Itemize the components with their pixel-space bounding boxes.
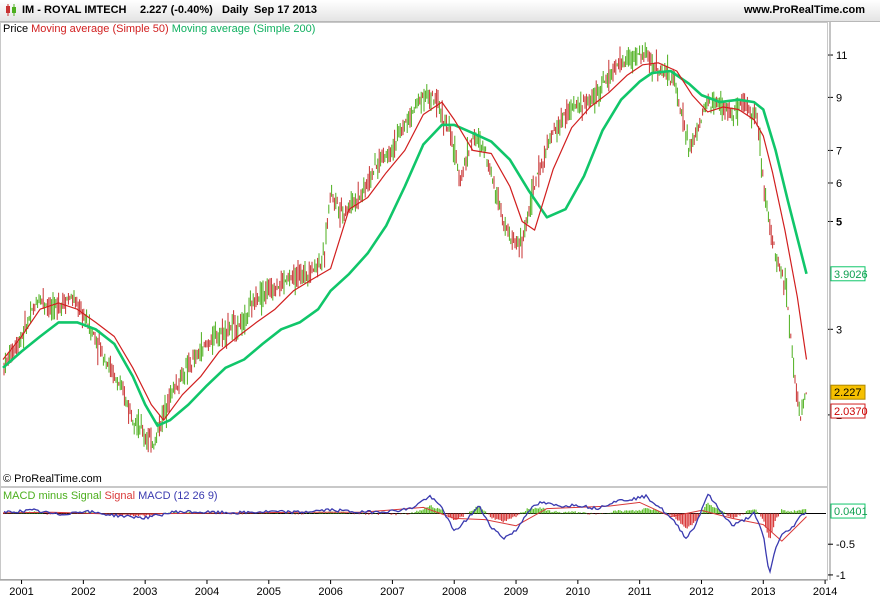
macd-tick-label: -1 xyxy=(836,570,846,582)
macd-tick-label: -0.5 xyxy=(836,539,855,551)
time-tick-label: 2012 xyxy=(689,586,713,598)
ma50-line xyxy=(2,62,808,421)
macd-histogram xyxy=(3,502,807,539)
price-tick-label: 7 xyxy=(836,145,842,157)
time-tick-label: 2002 xyxy=(71,586,95,598)
time-tick-label: 2013 xyxy=(751,586,775,598)
price-value-label: 3.9026 xyxy=(834,269,868,281)
time-tick-label: 2005 xyxy=(257,586,281,598)
time-tick-label: 2007 xyxy=(380,586,404,598)
time-tick-label: 2004 xyxy=(195,586,219,598)
time-tick-label: 2011 xyxy=(628,586,652,598)
chart-canvas: 235679113.90262.2272.0370-0.5-10.0401200… xyxy=(0,22,868,598)
time-tick-label: 2009 xyxy=(504,586,528,598)
macd-value-label: 0.0401 xyxy=(834,506,868,518)
time-tick-label: 2003 xyxy=(133,586,157,598)
price-tick-label: 6 xyxy=(836,178,842,190)
time-tick-label: 2010 xyxy=(566,586,590,598)
price-tick-label: 3 xyxy=(836,324,842,336)
time-tick-label: 2006 xyxy=(318,586,342,598)
macd-line xyxy=(3,493,807,575)
price-tick-label: 11 xyxy=(836,50,847,62)
price-value-label: 2.227 xyxy=(834,387,862,399)
price-tick-label: 9 xyxy=(836,92,842,104)
price-tick-label: 5 xyxy=(836,216,842,228)
time-tick-label: 2008 xyxy=(442,586,466,598)
price-value-label: 2.0370 xyxy=(834,406,868,418)
price-candles xyxy=(3,42,807,453)
time-tick-label: 2001 xyxy=(9,586,33,598)
time-tick-label: 2014 xyxy=(813,586,837,598)
